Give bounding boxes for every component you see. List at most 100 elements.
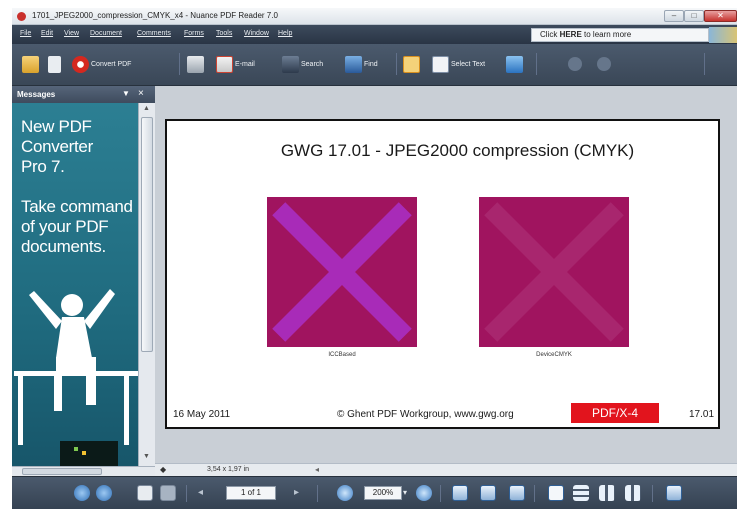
app-window: 1701_JPEG2000_compression_CMYK_x4 - Nuan… [12,8,737,509]
celebrating-person-illustration [14,289,138,466]
select-text-label: Select Text [451,60,486,68]
panel-menu-icon[interactable]: ▼ [122,89,130,98]
promo-pre: Click [540,30,560,39]
search-label: Search [301,60,324,68]
ad-line: documents. [21,237,106,256]
snapshot-button[interactable] [506,52,523,76]
convert-icon [72,55,89,73]
continuous-view-icon[interactable] [573,485,589,501]
promo-link[interactable]: Click HERE to learn more [531,28,709,42]
menu-bar: File Edit View Document Comments Forms T… [12,25,737,44]
select-text-button[interactable]: Select Text [432,52,485,76]
page-dimensions: 3,54 x 1,97 in [207,466,250,473]
menu-edit[interactable]: Edit [41,30,53,37]
envelope-icon [216,55,233,73]
maximize-button[interactable]: □ [684,10,704,22]
convert-pdf-button[interactable]: Convert PDF [72,52,131,76]
menu-window[interactable]: Window [244,30,269,37]
caption-iccbased: ICCBased [328,352,356,358]
ad-line: New PDF [21,117,92,136]
actual-size-icon[interactable] [452,485,468,501]
app-icon [17,12,26,21]
previous-view-icon[interactable] [74,485,90,501]
promo-bold: HERE [559,30,582,39]
next-view-icon[interactable] [96,485,112,501]
find-label: Find [364,60,378,68]
next-arrow-icon[interactable]: ▸ [294,485,310,501]
page-dimension-icon: ◆ [160,465,167,474]
panel-horizontal-scrollbar[interactable] [12,466,155,476]
panel-hscroll-thumb[interactable] [22,468,102,475]
minimize-button[interactable]: – [664,10,684,22]
menu-file[interactable]: File [20,30,31,37]
title-bar: 1701_JPEG2000_compression_CMYK_x4 - Nuan… [12,8,737,25]
first-page-icon[interactable] [137,485,153,501]
zoom-dropdown-icon[interactable]: ▾ [403,485,411,501]
toolbar: Convert PDF E-mail Search Find Select Te… [12,44,737,86]
panel-close-icon[interactable]: × [138,88,144,99]
fit-width-icon[interactable] [480,485,496,501]
menu-tools[interactable]: Tools [216,30,232,37]
menu-document[interactable]: Document [90,30,122,37]
document-title: GWG 17.01 - JPEG2000 compression (CMYK) [280,141,635,160]
convert-pdf-label: Convert PDF [91,60,132,68]
previous-arrow-icon[interactable]: ◂ [198,485,214,501]
email-label: E-mail [235,60,255,68]
continuous-facing-view-icon[interactable] [625,485,641,501]
scroll-left-icon[interactable]: ◂ [315,465,319,474]
open-button[interactable] [22,52,39,76]
panel-scroll-thumb[interactable] [141,117,153,352]
pdf-page: GWG 17.01 - JPEG2000 compression (CMYK) … [165,119,720,429]
messages-panel: Messages ▼ × New PDF Converter Pro 7. Ta… [12,86,155,476]
advertisement[interactable]: New PDF Converter Pro 7. Take command of… [12,103,138,466]
promo-image [709,27,737,43]
close-button[interactable]: ✕ [704,10,737,22]
hand-tool-button[interactable] [403,52,420,76]
document-status-strip: ◆ 3,54 x 1,97 in ◂ [155,463,737,476]
ad-line: of your PDF [21,217,109,236]
footer-date: 16 May 2011 [173,409,231,420]
hand-icon [403,55,420,73]
undo-button[interactable] [568,52,582,76]
menu-view[interactable]: View [64,30,79,37]
full-screen-icon[interactable] [666,485,682,501]
folder-open-icon [22,55,39,73]
ad-line: Converter [21,137,93,156]
facing-view-icon[interactable] [599,485,615,501]
navigation-bar: ◂ 1 of 1 ▸ 200% ▾ [12,476,737,509]
panel-vertical-scrollbar[interactable]: ▲ ▼ [138,103,155,466]
menu-help[interactable]: Help [278,30,292,37]
scroll-down-icon[interactable]: ▼ [143,453,150,460]
print-button[interactable] [187,52,204,76]
ad-line: Take command [21,197,133,216]
single-page-view-icon[interactable] [548,485,564,501]
save-button[interactable] [48,52,61,76]
menu-comments[interactable]: Comments [137,30,171,37]
fit-page-icon[interactable] [509,485,525,501]
search-button[interactable]: Search [282,52,323,76]
zoom-in-icon[interactable] [416,485,432,501]
x-shape-right [484,202,624,342]
find-icon [345,55,362,73]
find-button[interactable]: Find [345,52,378,76]
promo-post: to learn more [581,30,632,39]
devicecmyk-sample-square [479,197,629,347]
redo-icon [597,57,611,71]
document-view[interactable]: GWG 17.01 - JPEG2000 compression (CMYK) … [155,86,737,463]
undo-icon [568,57,582,71]
previous-page-icon[interactable] [160,485,176,501]
binoculars-icon [282,55,299,73]
redo-button[interactable] [597,52,611,76]
caption-devicecmyk: DeviceCMYK [536,352,572,358]
pdfx4-badge: PDF/X-4 [571,403,659,423]
zoom-level-field[interactable]: 200% [364,486,402,500]
zoom-out-icon[interactable] [337,485,353,501]
page-number-field[interactable]: 1 of 1 [226,486,276,500]
snapshot-icon [506,55,523,73]
panel-header: Messages ▼ × [12,86,155,103]
email-button[interactable]: E-mail [216,52,255,76]
footer-number: 17.01 [689,409,715,420]
menu-forms[interactable]: Forms [184,30,204,37]
footer-credit: © Ghent PDF Workgroup, www.gwg.org [337,409,514,420]
scroll-up-icon[interactable]: ▲ [143,105,150,112]
